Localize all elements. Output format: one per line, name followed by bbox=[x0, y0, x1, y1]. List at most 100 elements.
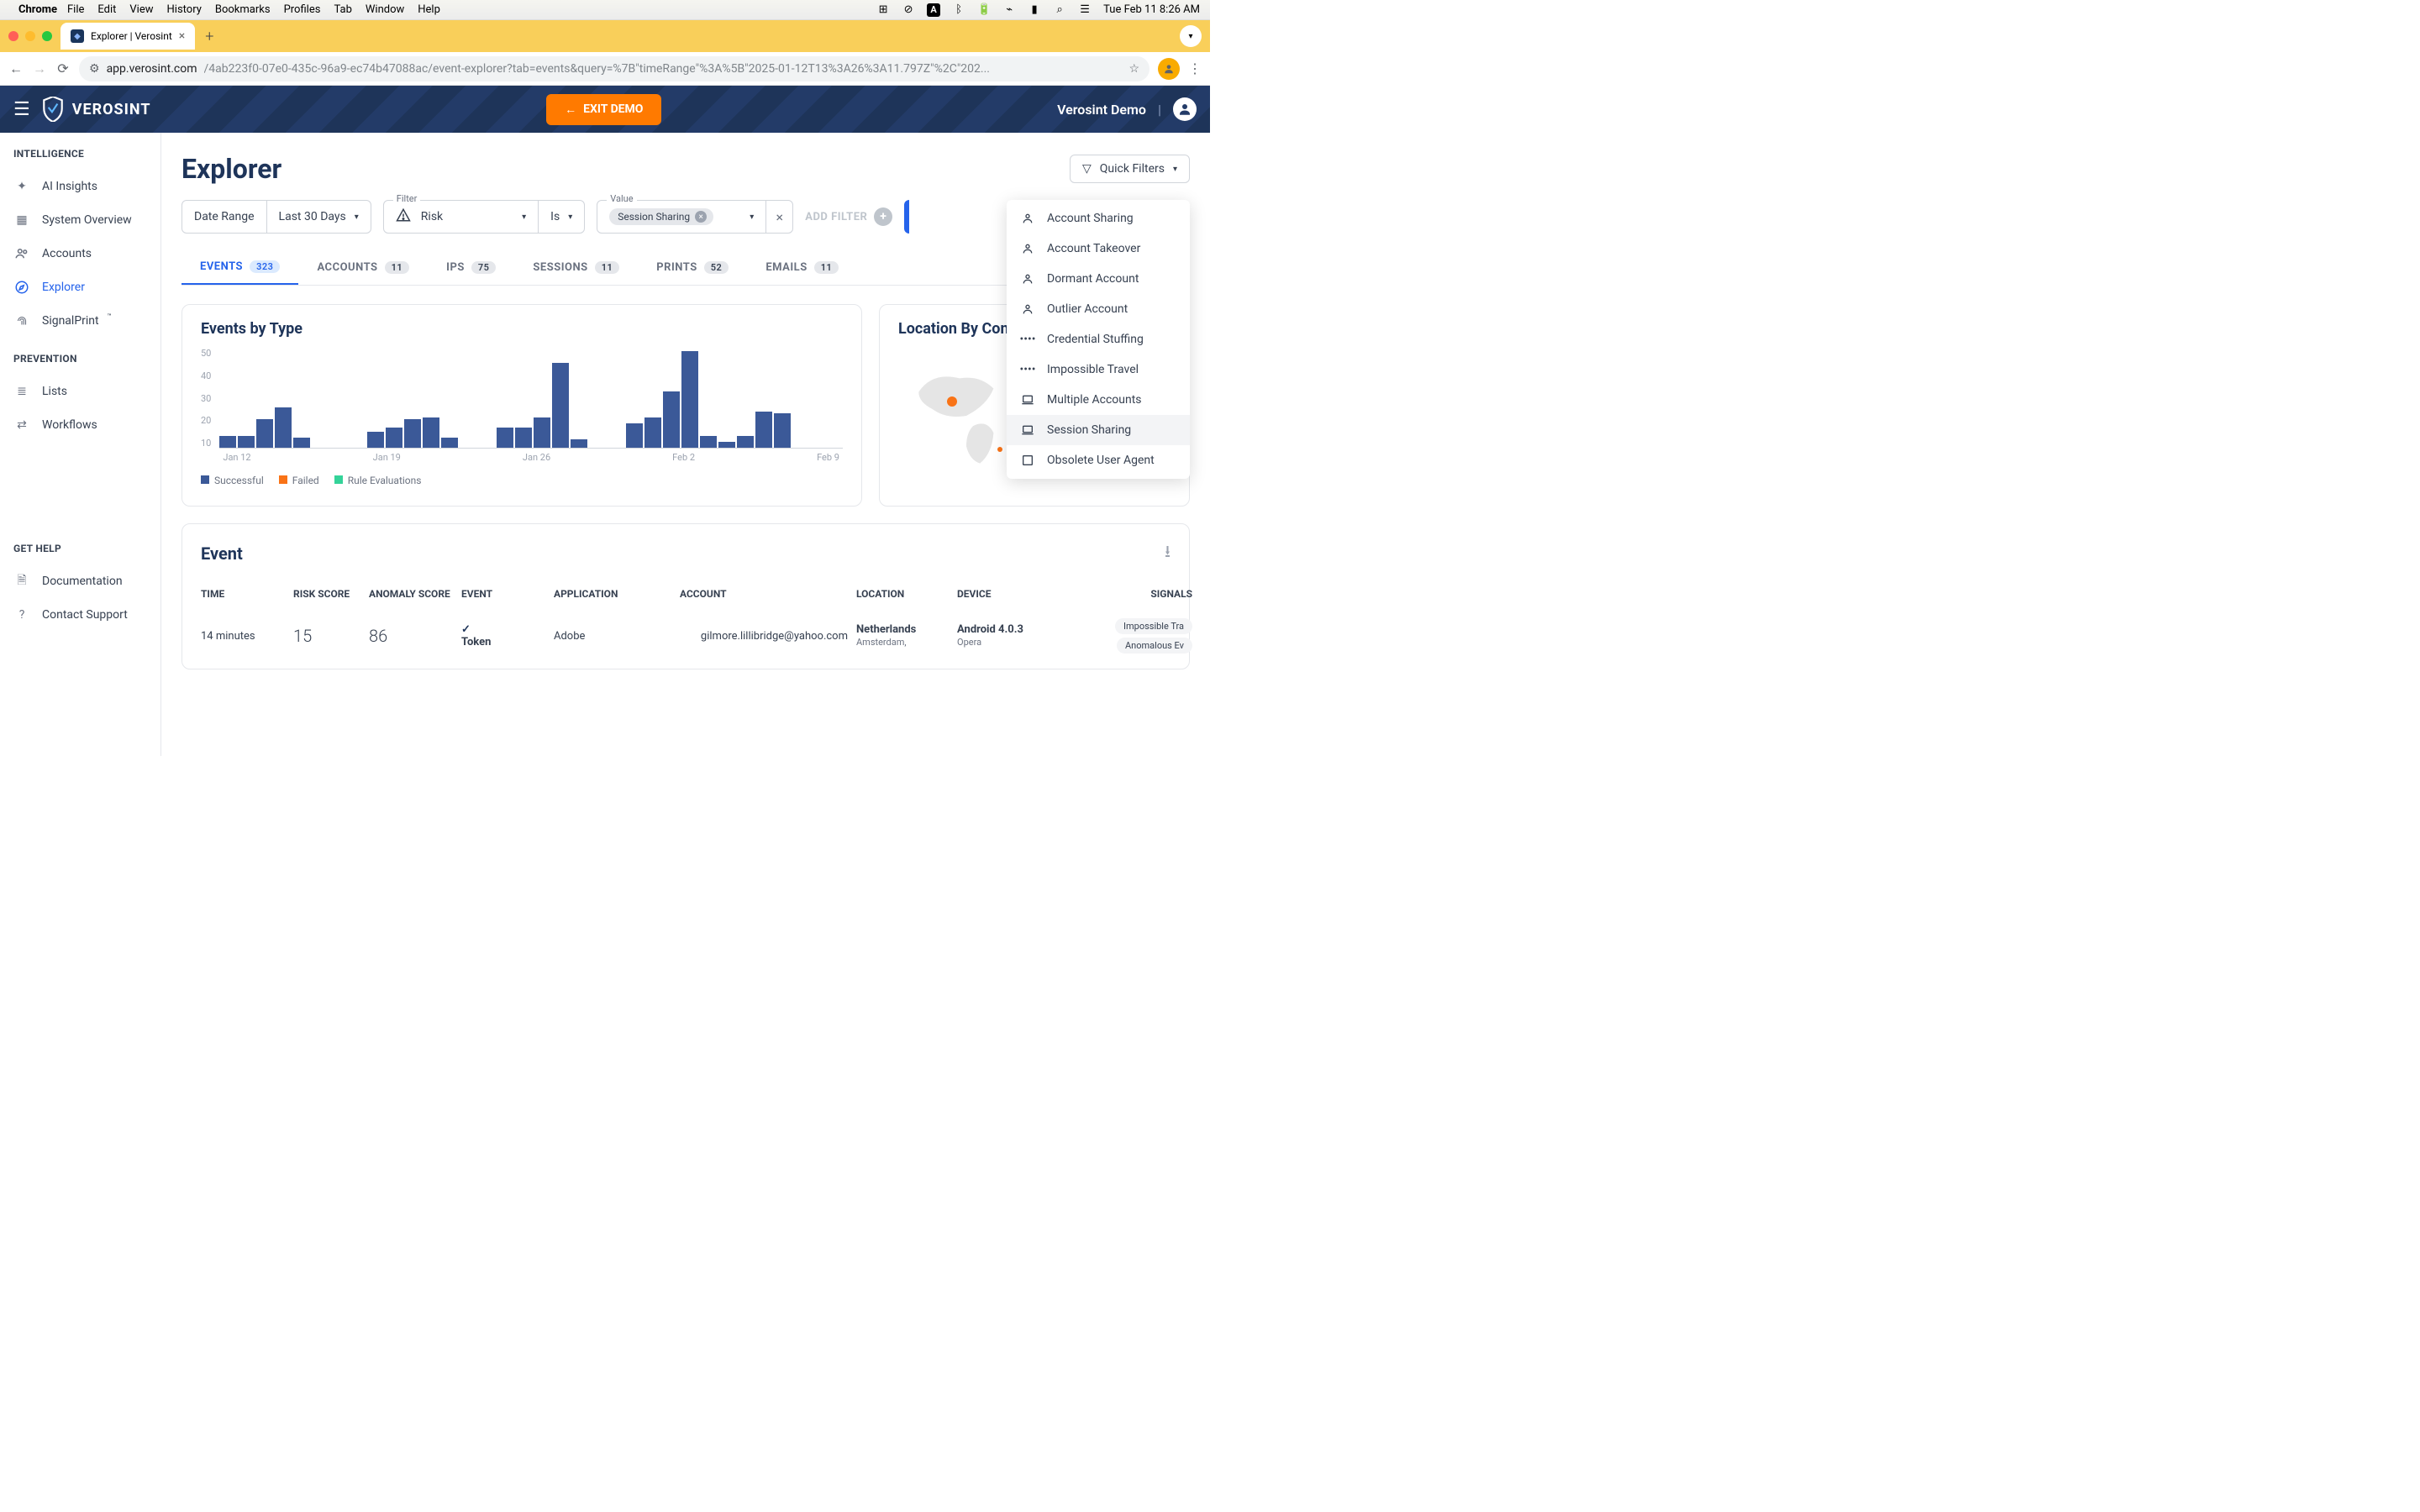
close-window-icon[interactable] bbox=[8, 31, 18, 41]
tab-label: ACCOUNTS bbox=[317, 261, 377, 274]
people-icon bbox=[13, 245, 30, 262]
control-center-icon[interactable]: ☰ bbox=[1078, 3, 1092, 17]
minimize-window-icon[interactable] bbox=[25, 31, 35, 41]
site-info-icon[interactable]: ⚙ bbox=[89, 62, 100, 76]
dropdown-item-session-sharing[interactable]: Session Sharing bbox=[1007, 415, 1190, 445]
dropdown-item-account-sharing[interactable]: Account Sharing bbox=[1007, 203, 1190, 234]
user-label[interactable]: Verosint Demo bbox=[1057, 102, 1146, 118]
tab-prints[interactable]: PRINTS52 bbox=[638, 250, 747, 285]
chart-bar bbox=[386, 428, 402, 448]
chart-plot-area[interactable] bbox=[219, 348, 843, 449]
mac-menu-history[interactable]: History bbox=[167, 3, 202, 16]
a-icon[interactable]: A bbox=[927, 3, 940, 17]
sidebar-item-documentation[interactable]: 🗎Documentation bbox=[0, 564, 160, 598]
chart-bar bbox=[423, 417, 439, 448]
quick-filters-button[interactable]: ▽ Quick Filters ▾ bbox=[1070, 155, 1190, 183]
new-tab-button[interactable]: + bbox=[205, 28, 213, 45]
mac-menu-view[interactable]: View bbox=[129, 3, 153, 16]
filter-remove-button[interactable]: × bbox=[765, 201, 792, 233]
filter-field-box[interactable]: Risk ▾ Is▾ bbox=[383, 200, 585, 234]
brand-logo[interactable]: VEROSINT bbox=[42, 97, 151, 122]
dashboard-icon: ▦ bbox=[13, 212, 30, 228]
dropdown-item-account-takeover[interactable]: Account Takeover bbox=[1007, 234, 1190, 264]
tab-events[interactable]: EVENTS323 bbox=[182, 250, 298, 285]
filter-field-value: Risk bbox=[421, 210, 443, 223]
table-header: TIME RISK SCORE ANOMALY SCORE EVENT APPL… bbox=[201, 588, 1171, 600]
sidebar-item-explorer[interactable]: Explorer bbox=[0, 270, 160, 304]
dropdown-label: Account Sharing bbox=[1047, 212, 1134, 225]
chart-bar bbox=[700, 436, 717, 448]
exit-demo-button[interactable]: ← EXIT DEMO bbox=[546, 94, 661, 125]
mac-menu-profiles[interactable]: Profiles bbox=[284, 3, 321, 16]
bluetooth-icon[interactable]: ᛒ bbox=[952, 3, 965, 17]
sidebar-item-support[interactable]: ?Contact Support bbox=[0, 598, 160, 632]
tab-close-icon[interactable]: × bbox=[179, 29, 185, 43]
chart-bar bbox=[275, 407, 292, 448]
mac-menu-edit[interactable]: Edit bbox=[97, 3, 116, 16]
sidebar-item-lists[interactable]: ≣Lists bbox=[0, 375, 160, 408]
tab-list-button[interactable]: ▾ bbox=[1180, 25, 1202, 47]
mac-menu-help[interactable]: Help bbox=[418, 3, 440, 16]
dropdown-item-impossible-travel[interactable]: ••••Impossible Travel bbox=[1007, 354, 1190, 385]
dropdown-item-dormant-account[interactable]: Dormant Account bbox=[1007, 264, 1190, 294]
tab-ips[interactable]: IPS75 bbox=[428, 250, 514, 285]
hamburger-icon[interactable]: ☰ bbox=[13, 99, 30, 120]
dropdown-label: Account Takeover bbox=[1047, 242, 1140, 255]
table-row[interactable]: 14 minutes 15 86 ✓Token Adobe gilmore.li… bbox=[201, 618, 1171, 654]
sidebar-item-signalprint[interactable]: SignalPrint™ bbox=[0, 304, 160, 338]
mac-menu-file[interactable]: File bbox=[67, 3, 84, 16]
date-range-filter[interactable]: Date Range Last 30 Days▾ bbox=[182, 200, 371, 234]
signal-tag: Anomalous Ev bbox=[1117, 638, 1192, 654]
tab-emails[interactable]: EMAILS11 bbox=[747, 250, 857, 285]
mac-menu-tab[interactable]: Tab bbox=[334, 3, 351, 16]
battery-icon[interactable]: 🔋 bbox=[977, 3, 991, 17]
tab-accounts[interactable]: ACCOUNTS11 bbox=[298, 250, 428, 285]
search-button[interactable] bbox=[904, 200, 909, 234]
window-controls[interactable] bbox=[8, 31, 52, 41]
filter-chip[interactable]: Session Sharing × bbox=[609, 208, 713, 225]
url-domain: app.verosint.com bbox=[107, 62, 197, 76]
wifi-icon[interactable]: ⌁ bbox=[1002, 3, 1016, 17]
sidebar-item-system-overview[interactable]: ▦ System Overview bbox=[0, 203, 160, 237]
chart-bar bbox=[497, 428, 513, 448]
dropdown-item-multiple-accounts[interactable]: Multiple Accounts bbox=[1007, 385, 1190, 415]
browser-tab[interactable]: ◆ Explorer | Verosint × bbox=[60, 23, 195, 50]
back-button[interactable]: ← bbox=[8, 61, 24, 76]
mac-menu-bookmarks[interactable]: Bookmarks bbox=[215, 3, 271, 16]
sidebar-item-ai-insights[interactable]: ✦AI Insights bbox=[0, 170, 160, 203]
address-bar[interactable]: ⚙ app.verosint.com /4ab223f0-07e0-435c-9… bbox=[79, 56, 1150, 81]
filter-value-box[interactable]: Session Sharing × ▾ × bbox=[597, 200, 793, 234]
dropdown-item-obsolete-user-agent[interactable]: Obsolete User Agent bbox=[1007, 445, 1190, 475]
mac-app-name[interactable]: Chrome bbox=[18, 3, 57, 16]
compass-icon bbox=[13, 279, 30, 296]
download-icon[interactable]: ⭳ bbox=[1165, 539, 1171, 568]
filter-legend: Filter bbox=[393, 193, 421, 204]
bookmark-icon[interactable]: ☆ bbox=[1128, 62, 1139, 76]
grid-icon[interactable]: ⊞ bbox=[876, 3, 890, 17]
dnd-icon[interactable]: ⊘ bbox=[902, 3, 915, 17]
value-legend: Value bbox=[607, 193, 636, 204]
col-anomaly: ANOMALY SCORE bbox=[369, 588, 453, 600]
chip-remove-icon[interactable]: × bbox=[695, 211, 707, 223]
dropdown-label: Session Sharing bbox=[1047, 423, 1131, 437]
sidebar-item-label: System Overview bbox=[42, 213, 132, 227]
sidebar-item-accounts[interactable]: Accounts bbox=[0, 237, 160, 270]
dropdown-item-credential-stuffing[interactable]: ••••Credential Stuffing bbox=[1007, 324, 1190, 354]
chrome-profile-button[interactable] bbox=[1158, 58, 1180, 80]
battery2-icon[interactable]: ▮ bbox=[1028, 3, 1041, 17]
chart-bar bbox=[367, 432, 384, 448]
legend-swatch bbox=[201, 475, 209, 484]
maximize-window-icon[interactable] bbox=[42, 31, 52, 41]
arrow-left-icon: ← bbox=[565, 102, 576, 117]
user-avatar-button[interactable] bbox=[1173, 97, 1197, 121]
tab-count: 75 bbox=[471, 261, 497, 274]
sidebar-item-workflows[interactable]: ⇄Workflows bbox=[0, 408, 160, 442]
chrome-menu-button[interactable]: ⋮ bbox=[1188, 60, 1202, 76]
mac-menu-window[interactable]: Window bbox=[366, 3, 404, 16]
reload-button[interactable]: ⟳ bbox=[55, 61, 71, 76]
add-filter-button[interactable]: ADD FILTER + bbox=[805, 207, 892, 226]
dropdown-item-outlier-account[interactable]: Outlier Account bbox=[1007, 294, 1190, 324]
search-icon[interactable]: ⌕ bbox=[1053, 3, 1066, 17]
mac-datetime[interactable]: Tue Feb 11 8:26 AM bbox=[1103, 3, 1200, 16]
tab-sessions[interactable]: SESSIONS11 bbox=[514, 250, 638, 285]
